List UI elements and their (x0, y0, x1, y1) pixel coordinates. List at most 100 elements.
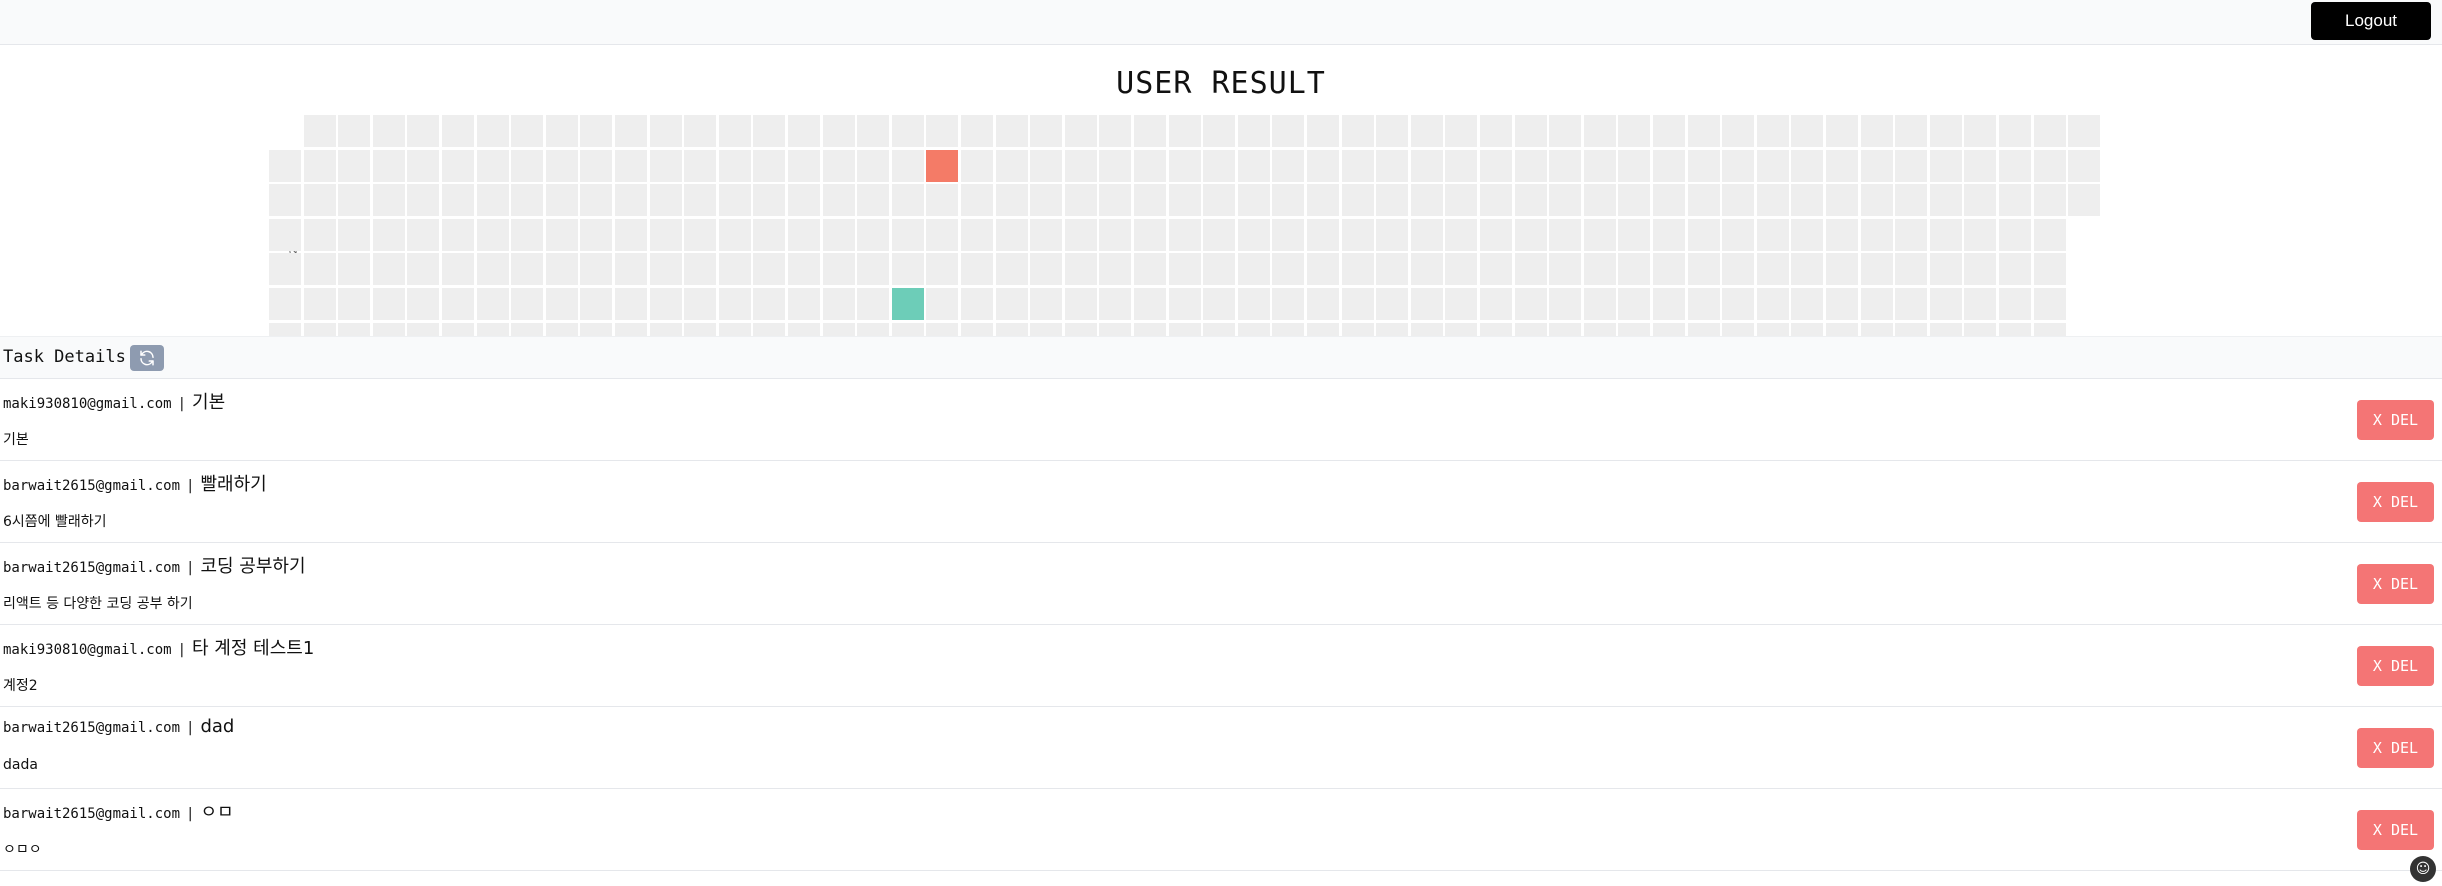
heatmap-cell[interactable] (1722, 184, 1755, 217)
heatmap-cell[interactable] (926, 253, 959, 286)
heatmap-cell[interactable] (269, 253, 301, 286)
heatmap-cell[interactable] (511, 115, 544, 147)
heatmap-cell[interactable] (1064, 115, 1097, 147)
heatmap-cell[interactable] (1549, 149, 1582, 182)
heatmap-cell[interactable] (1514, 288, 1547, 320)
heatmap-cell[interactable] (1445, 218, 1478, 251)
heatmap-cell[interactable] (1237, 218, 1270, 251)
delete-button[interactable]: X DEL (2357, 400, 2434, 440)
heatmap-cell[interactable] (1480, 253, 1512, 286)
heatmap-cell[interactable] (1583, 184, 1616, 217)
heatmap-cell[interactable] (1514, 115, 1547, 147)
heatmap-cell[interactable] (1134, 218, 1166, 251)
heatmap-cell[interactable] (1929, 218, 1962, 251)
heatmap-cell[interactable] (1030, 288, 1063, 320)
heatmap-cell[interactable] (1722, 115, 1755, 147)
heatmap-cell[interactable] (1860, 288, 1893, 320)
heatmap-cell[interactable] (961, 288, 993, 320)
heatmap-cell[interactable] (511, 149, 544, 182)
heatmap-cell[interactable] (1341, 288, 1374, 320)
heatmap-cell[interactable] (407, 218, 440, 251)
heatmap-cell[interactable] (822, 115, 855, 147)
heatmap-cell[interactable] (372, 115, 405, 147)
heatmap-cell[interactable] (511, 218, 544, 251)
logout-button[interactable]: Logout (2311, 2, 2431, 40)
heatmap-cell[interactable] (1722, 288, 1755, 320)
heatmap-cell[interactable] (1756, 218, 1789, 251)
heatmap-cell[interactable] (407, 288, 440, 320)
heatmap-cell[interactable] (1307, 253, 1339, 286)
heatmap-cell[interactable] (1237, 149, 1270, 182)
heatmap-cell[interactable] (891, 184, 924, 217)
heatmap-cell[interactable] (442, 184, 474, 217)
heatmap-cell[interactable] (476, 184, 509, 217)
heatmap-cell[interactable] (1064, 253, 1097, 286)
heatmap-cell[interactable] (1030, 184, 1063, 217)
heatmap-cell[interactable] (926, 184, 959, 217)
heatmap-cell[interactable] (303, 253, 336, 286)
heatmap-cell[interactable] (753, 288, 786, 320)
heatmap-cell[interactable] (1618, 288, 1651, 320)
heatmap-cell[interactable] (580, 149, 613, 182)
heatmap-cell[interactable] (1964, 218, 1997, 251)
heatmap-cell[interactable] (1410, 253, 1443, 286)
heatmap-cell[interactable] (1307, 218, 1339, 251)
heatmap-cell[interactable] (1410, 115, 1443, 147)
heatmap-cell[interactable] (788, 218, 820, 251)
heatmap-cell[interactable] (1895, 115, 1928, 147)
heatmap-cell[interactable] (1826, 184, 1858, 217)
heatmap-cell[interactable] (545, 184, 578, 217)
heatmap-cell[interactable] (2068, 149, 2101, 182)
heatmap-cell[interactable] (1791, 218, 1824, 251)
heatmap-cell[interactable] (1099, 149, 1132, 182)
heatmap-cell[interactable] (1826, 288, 1858, 320)
heatmap-cell[interactable] (891, 253, 924, 286)
heatmap-cell[interactable] (407, 149, 440, 182)
heatmap-cell[interactable] (1895, 288, 1928, 320)
heatmap-cell[interactable] (649, 218, 682, 251)
heatmap-cell[interactable] (1583, 149, 1616, 182)
heatmap-cell[interactable] (1099, 115, 1132, 147)
heatmap-cell[interactable] (511, 184, 544, 217)
heatmap-cell[interactable] (1549, 218, 1582, 251)
heatmap-cell[interactable] (788, 115, 820, 147)
heatmap-cell[interactable] (1756, 253, 1789, 286)
heatmap-cell[interactable] (303, 149, 336, 182)
heatmap-cell[interactable] (1445, 253, 1478, 286)
heatmap-cell[interactable] (338, 253, 371, 286)
heatmap-cell[interactable] (1999, 288, 2031, 320)
heatmap-cell[interactable] (407, 253, 440, 286)
heatmap-cell[interactable] (857, 149, 890, 182)
heatmap-cell[interactable] (926, 115, 959, 147)
heatmap-cell[interactable] (1549, 115, 1582, 147)
heatmap-cell[interactable] (1168, 115, 1201, 147)
heatmap-cell[interactable] (1618, 115, 1651, 147)
heatmap-cell[interactable] (788, 149, 820, 182)
heatmap-cell[interactable] (372, 253, 405, 286)
heatmap-cell[interactable] (1237, 253, 1270, 286)
heatmap-cell[interactable] (1756, 115, 1789, 147)
heatmap-cell[interactable] (1964, 149, 1997, 182)
heatmap-cell[interactable] (269, 184, 301, 217)
heatmap-cell[interactable] (1134, 149, 1166, 182)
heatmap-cell[interactable] (1860, 184, 1893, 217)
heatmap-cell[interactable] (1134, 184, 1166, 217)
heatmap-cell[interactable] (407, 184, 440, 217)
heatmap-cell[interactable] (1964, 253, 1997, 286)
heatmap-cell[interactable] (1860, 149, 1893, 182)
heatmap-cell[interactable] (684, 288, 717, 320)
heatmap-cell[interactable] (891, 218, 924, 251)
heatmap-cell[interactable] (684, 253, 717, 286)
heatmap-cell[interactable] (1895, 184, 1928, 217)
heatmap-cell[interactable] (961, 149, 993, 182)
heatmap-cell[interactable] (1964, 115, 1997, 147)
heatmap-cell[interactable] (1860, 253, 1893, 286)
heatmap-cell[interactable] (961, 218, 993, 251)
heatmap-cell[interactable] (1272, 218, 1305, 251)
heatmap-cell[interactable] (476, 115, 509, 147)
heatmap-cell[interactable] (1687, 288, 1720, 320)
heatmap-cell[interactable] (1480, 184, 1512, 217)
heatmap-cell[interactable] (338, 288, 371, 320)
heatmap-cell[interactable] (1653, 115, 1685, 147)
heatmap-cell[interactable] (1653, 218, 1685, 251)
